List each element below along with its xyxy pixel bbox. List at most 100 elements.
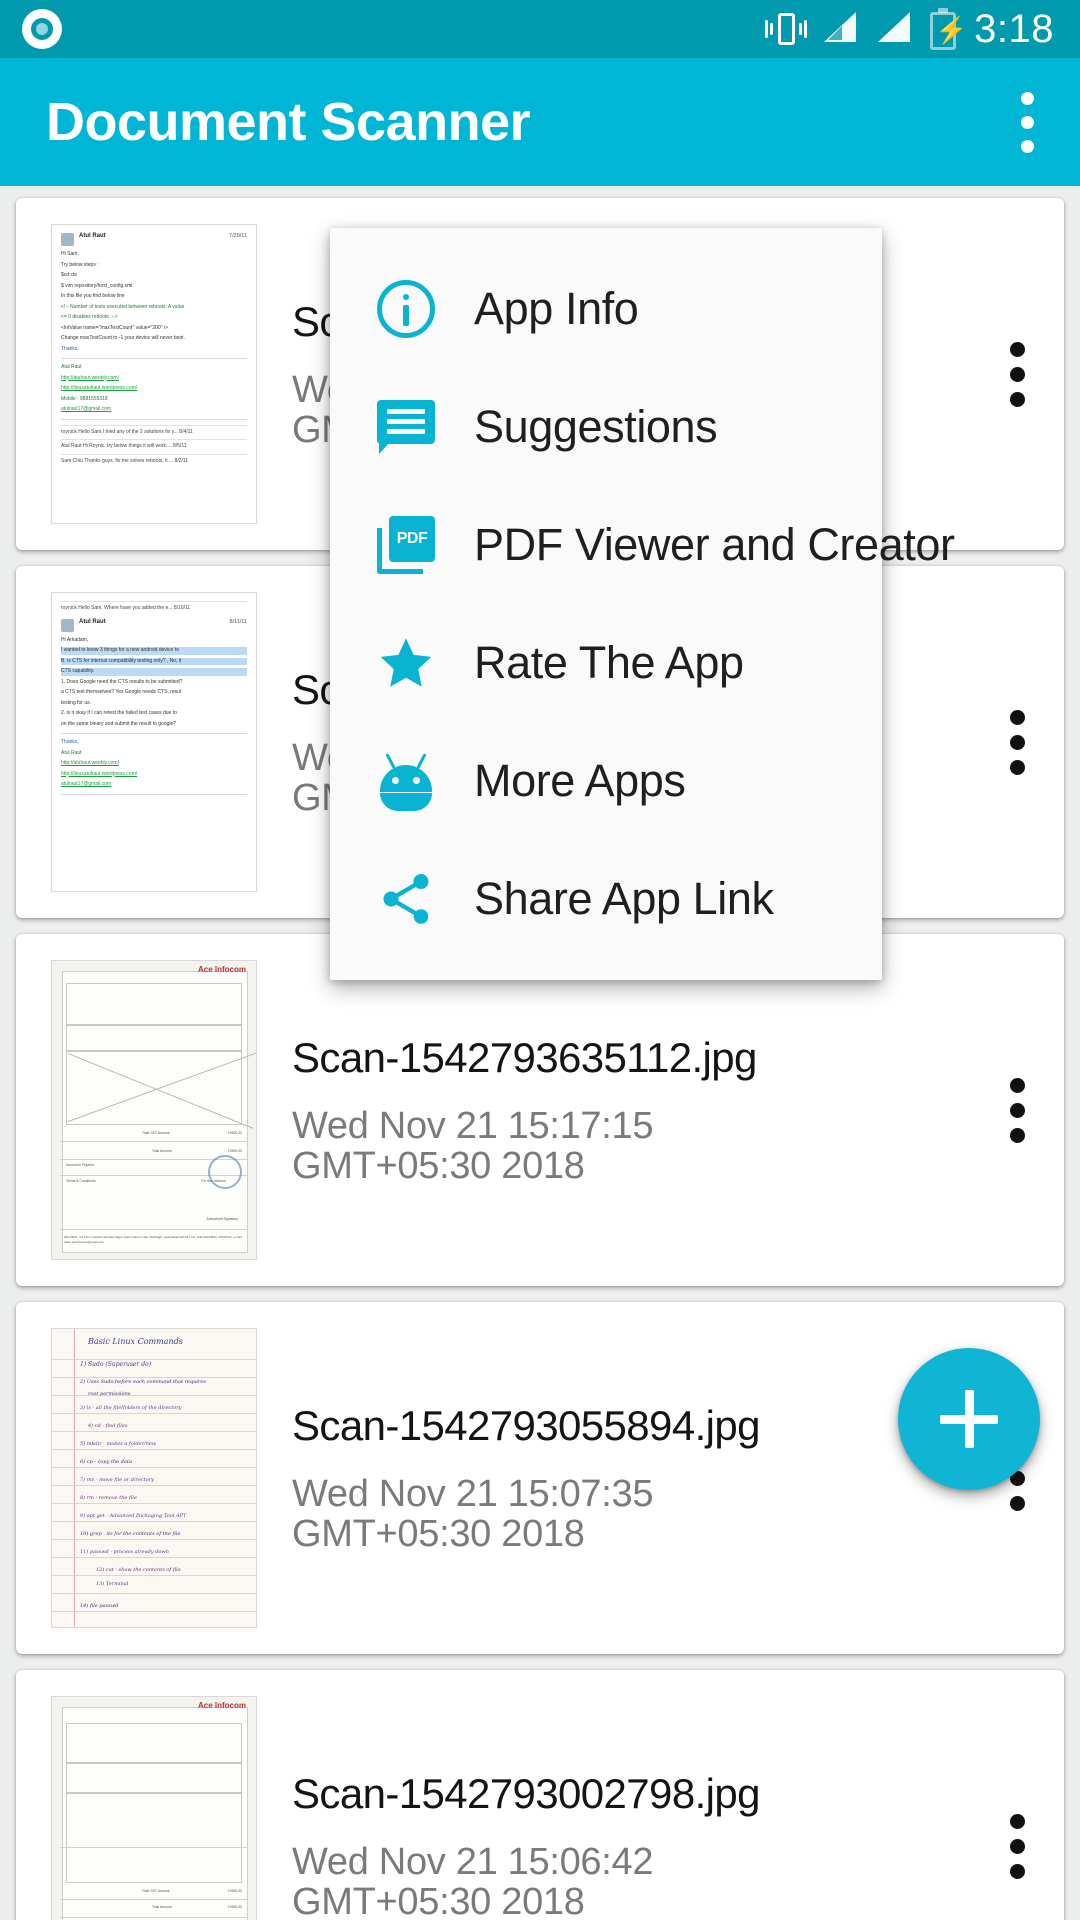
- thumb-footer: #22-298/1, 1st Floor, Kavitha Tarnaka Na…: [64, 1235, 244, 1244]
- notes-line: 10) grep - its for the contents of the f…: [80, 1531, 181, 1537]
- document-filename: Scan-1542793055894.jpg: [292, 1401, 761, 1449]
- thumb-quote: Sam Chiu Thanks guys, fix me solves rebo…: [61, 453, 247, 466]
- menu-item-label: Suggestions: [474, 401, 718, 452]
- thumb-line: CTS capability.: [61, 668, 247, 676]
- thumb-quote: roynick Hello Sam, Where have you added …: [61, 601, 247, 613]
- item-overflow-button[interactable]: [1004, 1813, 1030, 1879]
- info-icon: [374, 277, 438, 341]
- thumb-label: Total Amount: [152, 1905, 172, 1909]
- thumb-line: $ vim repository/host_config.xml: [61, 282, 133, 289]
- document-date-line2: GMT+05:30 2018: [292, 1881, 585, 1920]
- thumb-sig: http://atulraut.weebly.com/: [61, 760, 119, 766]
- thumb-line: 2. is it okay if I can retest the failed…: [61, 710, 177, 716]
- thumb-signoff: Thanks,: [61, 739, 79, 745]
- thumb-quote: Atul Raut Hi Roynic, try below things it…: [61, 439, 247, 451]
- document-filename: Scan-1542793002798.jpg: [292, 1769, 761, 1817]
- thumb-sig: http://linuxatulraut.wordpress.com/: [61, 385, 138, 391]
- plus-icon: [940, 1390, 998, 1448]
- notes-line: 13) Terminal: [96, 1581, 129, 1587]
- document-date-line1: Wed Nov 21 15:06:42: [292, 1840, 654, 1883]
- notes-line: 8) rm - remove the file: [80, 1495, 137, 1501]
- document-date-line2: GMT+05:30 2018: [292, 1513, 585, 1555]
- thumb-sig: Atul Raut: [61, 364, 82, 370]
- status-bar: ⚡ 3:18: [0, 0, 1080, 58]
- thumb-sender: Atul Raut: [79, 233, 106, 239]
- page-title: Document Scanner: [46, 92, 531, 152]
- thumb-brand: Ace Infocom: [197, 965, 246, 974]
- notes-line: 12) cat - show the contents of file: [96, 1567, 181, 1573]
- add-scan-button[interactable]: [898, 1348, 1040, 1490]
- document-filename: Scan-1542793635112.jpg: [292, 1033, 757, 1081]
- item-overflow-button[interactable]: [1004, 709, 1030, 775]
- share-icon: [374, 867, 438, 931]
- item-overflow-button[interactable]: [1004, 341, 1030, 407]
- stamp-icon: [208, 1155, 242, 1189]
- thumb-brand: Ace Infocom: [197, 1701, 246, 1710]
- document-date: Wed Nov 21 15:06:42 GMT+05:30 2018: [292, 1842, 974, 1920]
- thumb-value: 10900.00: [227, 1131, 242, 1135]
- menu-item-label: Rate The App: [474, 637, 744, 688]
- star-icon: [374, 631, 438, 695]
- speech-bubble-icon: [374, 395, 438, 459]
- thumb-value: 10900.00: [227, 1889, 242, 1893]
- thumb-line: 1. Does Google need the CTS results to b…: [61, 678, 183, 685]
- notes-line: 4) cd - find files: [88, 1423, 128, 1429]
- document-date: Wed Nov 21 15:07:35 GMT+05:30 2018: [292, 1474, 974, 1555]
- thumb-sig: atulraut17@gmail.com: [61, 781, 112, 787]
- vibrate-icon: [765, 9, 808, 49]
- thumb-line: <IntValue name="maxTestCount" value="200…: [61, 324, 169, 331]
- avatar: [61, 618, 74, 632]
- thumb-line: testing for us.: [61, 699, 92, 706]
- notes-title: Basic Linux Commands: [88, 1337, 183, 1346]
- status-bar-right: ⚡ 3:18: [765, 7, 1080, 52]
- notes-line: 1) Sudo (Superuser do): [80, 1361, 152, 1368]
- thumb-line: <!-- Number of tests executed between re…: [61, 303, 185, 310]
- list-item[interactable]: Basic Linux Commands 1) Sudo (Superuser …: [16, 1302, 1064, 1654]
- menu-item-app-info[interactable]: App Info: [330, 250, 882, 368]
- signal-icon: [876, 10, 912, 49]
- notes-line: 3) ls - all the file/folders of the dire…: [80, 1405, 182, 1411]
- overflow-menu-button[interactable]: [1012, 85, 1042, 159]
- phone-screen: ⚡ 3:18 Document Scanner Atul Raut 7/29/1…: [0, 0, 1080, 1920]
- list-item-meta: Scan-1542793635112.jpg Wed Nov 21 15:17:…: [292, 1034, 1064, 1187]
- thumb-greeting: Hi Arkadam,: [61, 636, 89, 643]
- avatar: [61, 233, 74, 246]
- thumb-date: 8/11/11: [229, 618, 247, 625]
- menu-item-pdf-viewer-and-creator[interactable]: PDF PDF Viewer and Creator: [330, 486, 955, 604]
- app-notification-icon: [22, 9, 62, 49]
- thumb-line: a CTS test themselves? Yes Google needs …: [61, 689, 182, 695]
- thumb-value: 10900.00: [227, 1905, 242, 1909]
- thumb-line: In this file you find below line: [61, 293, 125, 299]
- document-thumbnail: Ace Infocom Total GST Amount 10900.00 To…: [51, 1696, 257, 1920]
- notes-line: 7) mv - move file or directory: [80, 1477, 154, 1483]
- thumb-line: I wanted to know 3 things for a new andr…: [61, 647, 247, 655]
- app-bar: Document Scanner: [0, 58, 1080, 186]
- list-item[interactable]: Ace Infocom Total GST Amount 10900.00 To…: [16, 1670, 1064, 1920]
- thumbnail-container: Ace Infocom Total GST Amount 10900.00 To…: [16, 1670, 292, 1920]
- thumb-label: Amount in Rupees: [66, 1163, 94, 1167]
- pdf-icon: PDF: [374, 513, 438, 577]
- menu-item-share-app-link[interactable]: Share App Link: [330, 840, 882, 958]
- thumb-greeting: Hi Sam,: [61, 251, 79, 257]
- thumb-sig: http://linuxatulraut.wordpress.com/: [61, 770, 138, 777]
- notes-line: root permissions: [88, 1391, 131, 1397]
- status-bar-left: [0, 9, 62, 49]
- notes-line: 11) passwd - process already down: [80, 1549, 169, 1555]
- thumb-sig: atulraut17@gmail.com: [61, 406, 112, 412]
- menu-item-rate-the-app[interactable]: Rate The App: [330, 604, 882, 722]
- thumb-line: Try below steps :: [61, 261, 99, 268]
- thumb-label: Total Amount: [152, 1149, 172, 1153]
- item-overflow-button[interactable]: [1004, 1077, 1030, 1143]
- thumb-signoff: Thanks,: [61, 345, 79, 352]
- document-date-line2: GMT+05:30 2018: [292, 1145, 585, 1187]
- list-item-meta: Scan-1542793002798.jpg Wed Nov 21 15:06:…: [292, 1770, 1064, 1920]
- notes-line: 14) file passwd: [80, 1603, 119, 1609]
- menu-item-label: PDF Viewer and Creator: [474, 519, 955, 570]
- menu-item-more-apps[interactable]: More Apps: [330, 722, 882, 840]
- overflow-menu[interactable]: App Info Suggestions PDF PDF Viewer and …: [330, 228, 955, 980]
- notes-line: 6) cp - copy the data: [80, 1459, 132, 1465]
- document-date: Wed Nov 21 15:17:15 GMT+05:30 2018: [292, 1106, 974, 1187]
- menu-item-suggestions[interactable]: Suggestions: [330, 368, 882, 486]
- list-item[interactable]: Ace Infocom Total GST Amount 10900.00 To…: [16, 934, 1064, 1286]
- thumb-line: <= 0 disables reboots. -->: [61, 314, 118, 320]
